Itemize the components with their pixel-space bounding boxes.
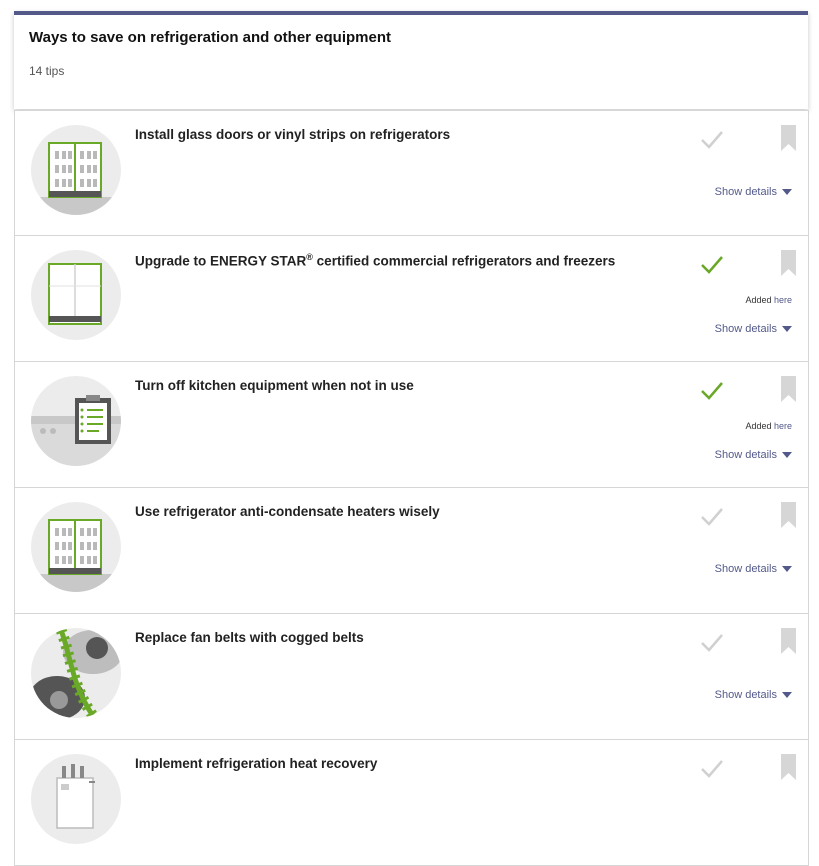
tip-title: Use refrigerator anti-condensate heaters… bbox=[135, 504, 440, 519]
add-check-icon[interactable] bbox=[699, 630, 725, 656]
tip-item: Use refrigerator anti-condensate heaters… bbox=[14, 488, 809, 614]
glass-door-fridge-icon bbox=[31, 502, 121, 592]
tip-item: Replace fan belts with cogged belts Show… bbox=[14, 614, 809, 740]
caret-down-icon bbox=[782, 692, 792, 699]
cogged-belt-icon bbox=[31, 628, 121, 718]
added-status: Added here bbox=[745, 421, 792, 431]
show-details-button[interactable]: Show details bbox=[715, 689, 792, 701]
bookmark-icon[interactable] bbox=[781, 376, 796, 402]
tip-title: Upgrade to ENERGY STAR® certified commer… bbox=[135, 252, 616, 269]
added-check-icon[interactable] bbox=[699, 378, 725, 404]
heat-recovery-unit-icon bbox=[31, 754, 121, 844]
tip-item: Turn off kitchen equipment when not in u… bbox=[14, 362, 809, 488]
add-check-icon[interactable] bbox=[699, 127, 725, 153]
caret-down-icon bbox=[782, 189, 792, 196]
bookmark-icon[interactable] bbox=[781, 125, 796, 151]
page-title: Ways to save on refrigeration and other … bbox=[29, 29, 392, 46]
tip-item: Install glass doors or vinyl strips on r… bbox=[14, 110, 809, 236]
show-details-button[interactable]: Show details bbox=[715, 186, 792, 198]
bookmark-icon[interactable] bbox=[781, 502, 796, 528]
show-details-button[interactable]: Show details bbox=[715, 449, 792, 461]
add-check-icon[interactable] bbox=[699, 756, 725, 782]
bookmark-icon[interactable] bbox=[781, 754, 796, 780]
caret-down-icon bbox=[782, 452, 792, 459]
caret-down-icon bbox=[782, 326, 792, 333]
caret-down-icon bbox=[782, 566, 792, 573]
glass-door-fridge-icon bbox=[31, 125, 121, 215]
checklist-clipboard-icon bbox=[31, 376, 121, 466]
tips-list: Install glass doors or vinyl strips on r… bbox=[14, 110, 809, 866]
tip-title: Replace fan belts with cogged belts bbox=[135, 630, 364, 645]
add-check-icon[interactable] bbox=[699, 504, 725, 530]
tips-count: 14 tips bbox=[29, 64, 65, 78]
tip-item: Implement refrigeration heat recovery bbox=[14, 740, 809, 866]
bookmark-icon[interactable] bbox=[781, 250, 796, 276]
tips-header-panel: Ways to save on refrigeration and other … bbox=[14, 11, 808, 109]
added-here-link[interactable]: here bbox=[774, 421, 792, 431]
tip-title: Implement refrigeration heat recovery bbox=[135, 756, 378, 771]
fridge-icon bbox=[31, 250, 121, 340]
show-details-button[interactable]: Show details bbox=[715, 323, 792, 335]
show-details-button[interactable]: Show details bbox=[715, 563, 792, 575]
tip-title: Turn off kitchen equipment when not in u… bbox=[135, 378, 414, 393]
added-check-icon[interactable] bbox=[699, 252, 725, 278]
added-here-link[interactable]: here bbox=[774, 295, 792, 305]
tip-title: Install glass doors or vinyl strips on r… bbox=[135, 127, 451, 142]
tip-item: Upgrade to ENERGY STAR® certified commer… bbox=[14, 236, 809, 362]
added-status: Added here bbox=[745, 295, 792, 305]
bookmark-icon[interactable] bbox=[781, 628, 796, 654]
